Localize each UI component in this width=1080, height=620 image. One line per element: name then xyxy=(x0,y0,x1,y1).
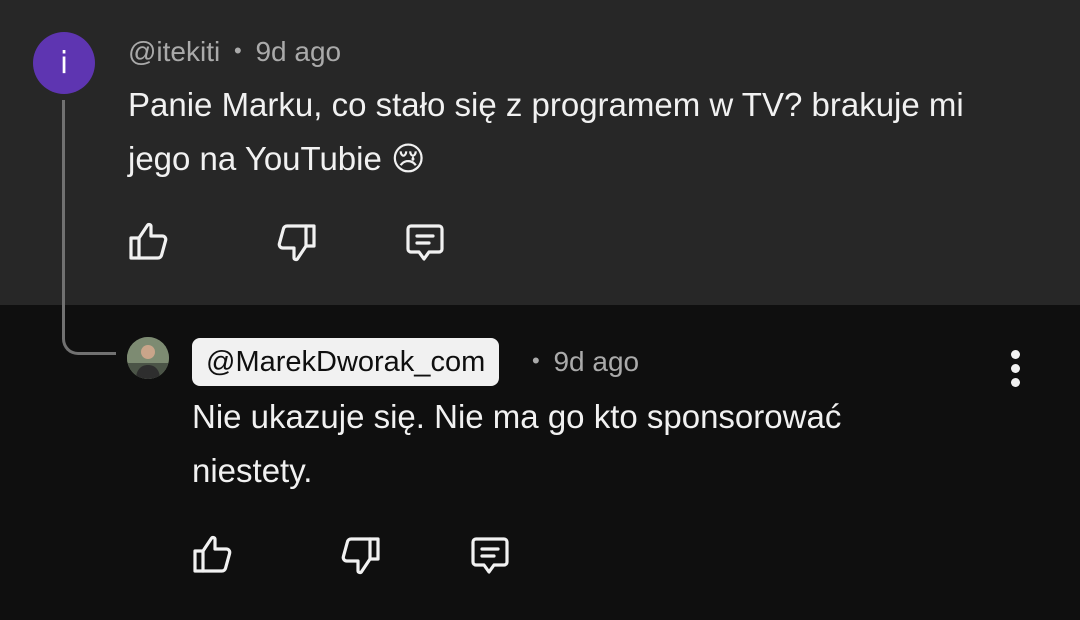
thumbs-up-icon[interactable] xyxy=(189,531,237,579)
comment-age: 9d ago xyxy=(553,346,640,377)
comment-reply-icon[interactable] xyxy=(401,218,449,266)
avatar[interactable] xyxy=(127,337,169,379)
parent-comment: i @itekiti • 9d ago Panie Marku, co stał… xyxy=(0,0,1080,305)
thread-connector-line xyxy=(62,100,116,355)
meta-separator: • xyxy=(234,38,242,63)
author-name-chip[interactable]: @MarekDworak_com xyxy=(192,338,500,386)
author-name[interactable]: @itekiti xyxy=(128,36,220,67)
avatar[interactable]: i xyxy=(33,32,95,94)
comment-age: 9d ago xyxy=(255,36,342,67)
thumbs-down-icon[interactable] xyxy=(336,531,384,579)
comment-text: Nie ukazuje się. Nie ma go kto sponsorow… xyxy=(192,398,842,489)
more-vertical-icon[interactable] xyxy=(998,344,1034,392)
thumbs-up-icon[interactable] xyxy=(125,218,173,266)
comment-reply-icon[interactable] xyxy=(466,531,514,579)
thumbs-down-icon[interactable] xyxy=(272,218,320,266)
comment-meta: • 9d ago xyxy=(526,346,639,378)
meta-separator: • xyxy=(532,348,540,373)
comment-text: Panie Marku, co stało się z programem w … xyxy=(128,86,964,177)
comment-meta: @itekiti • 9d ago xyxy=(128,36,341,68)
